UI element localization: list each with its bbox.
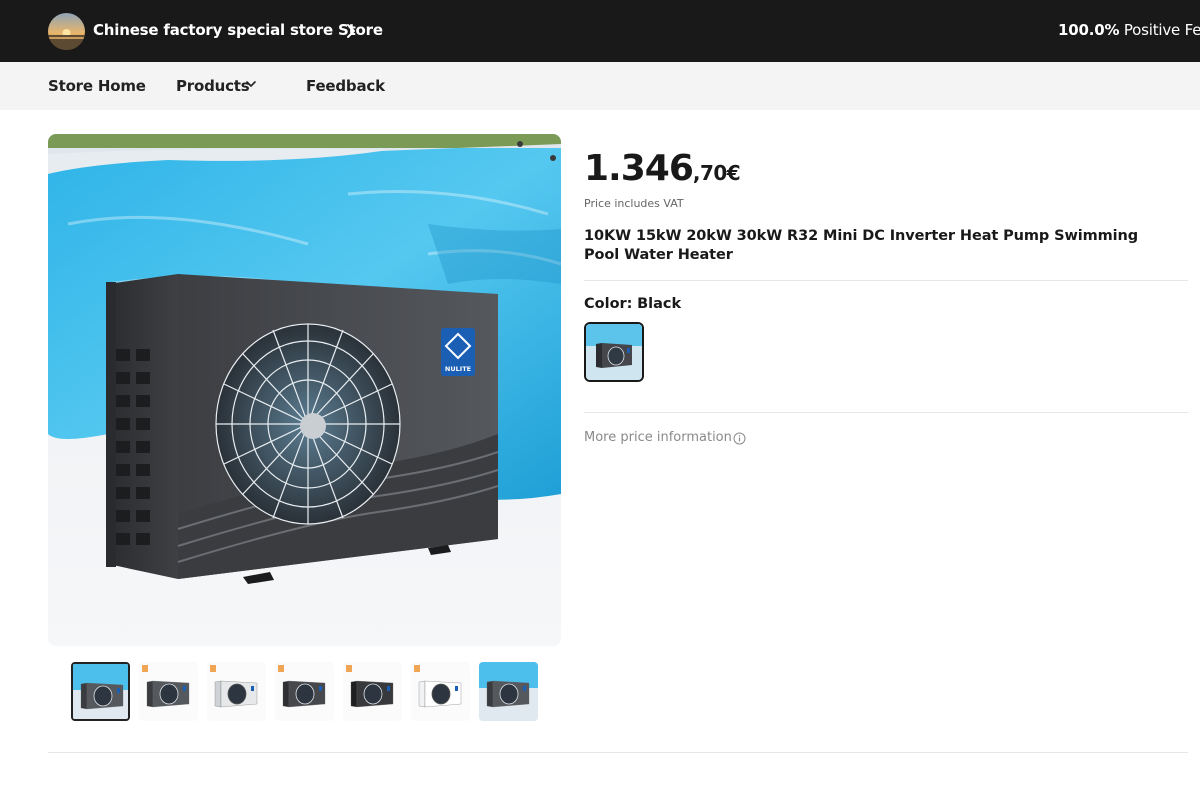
thumbnail-image: [479, 662, 538, 721]
divider: [584, 412, 1188, 413]
positive-feedback-stat: 100.0% Positive Feedback: [1058, 21, 1200, 39]
product-title: 10KW 15kW 20kW 30kW R32 Mini DC Inverter…: [584, 228, 1139, 263]
thumbnail-image: [343, 662, 402, 721]
product-thumbnail[interactable]: [343, 662, 402, 721]
store-header: Chinese factory special store Store 100.…: [0, 0, 1200, 62]
price-decimal: ,70€: [692, 161, 741, 185]
feedback-label: Positive Feedback: [1123, 21, 1200, 39]
feedback-percent: 100.0%: [1058, 21, 1120, 39]
brand-logo-text: NULITE: [445, 365, 471, 373]
store-name-link[interactable]: Chinese factory special store Store: [93, 21, 383, 39]
info-icon[interactable]: [733, 432, 746, 445]
product-thumbnail[interactable]: [207, 662, 266, 721]
product-price: 1.346,70€: [584, 148, 741, 189]
color-label-key: Color:: [584, 296, 633, 312]
thumbnail-image: [139, 662, 198, 721]
color-selector-label: Color: Black: [584, 296, 681, 312]
store-avatar[interactable]: [48, 13, 85, 50]
main-product-image[interactable]: NULITE: [48, 134, 561, 646]
product-thumbnail[interactable]: [275, 662, 334, 721]
product-thumbnail[interactable]: [71, 662, 130, 721]
chevron-down-icon[interactable]: [245, 79, 257, 89]
more-price-info-link[interactable]: More price information: [584, 430, 732, 445]
color-label-value: Black: [637, 296, 682, 312]
divider: [584, 280, 1188, 281]
vat-note: Price includes VAT: [584, 197, 684, 210]
thumbnail-image: [207, 662, 266, 721]
chevron-right-icon[interactable]: [345, 22, 357, 40]
nav-products[interactable]: Products: [176, 77, 250, 95]
thumbnail-image: [73, 664, 128, 719]
product-thumbnail[interactable]: [139, 662, 198, 721]
nav-store-home[interactable]: Store Home: [48, 77, 146, 95]
nav-feedback[interactable]: Feedback: [306, 77, 385, 95]
thumbnail-image: [411, 662, 470, 721]
product-thumbnail[interactable]: [411, 662, 470, 721]
section-divider: [48, 752, 1188, 753]
color-swatch-black[interactable]: [584, 322, 644, 382]
product-thumbnail[interactable]: [479, 662, 538, 721]
price-integer: 1.346: [584, 148, 694, 189]
thumbnail-image: [275, 662, 334, 721]
